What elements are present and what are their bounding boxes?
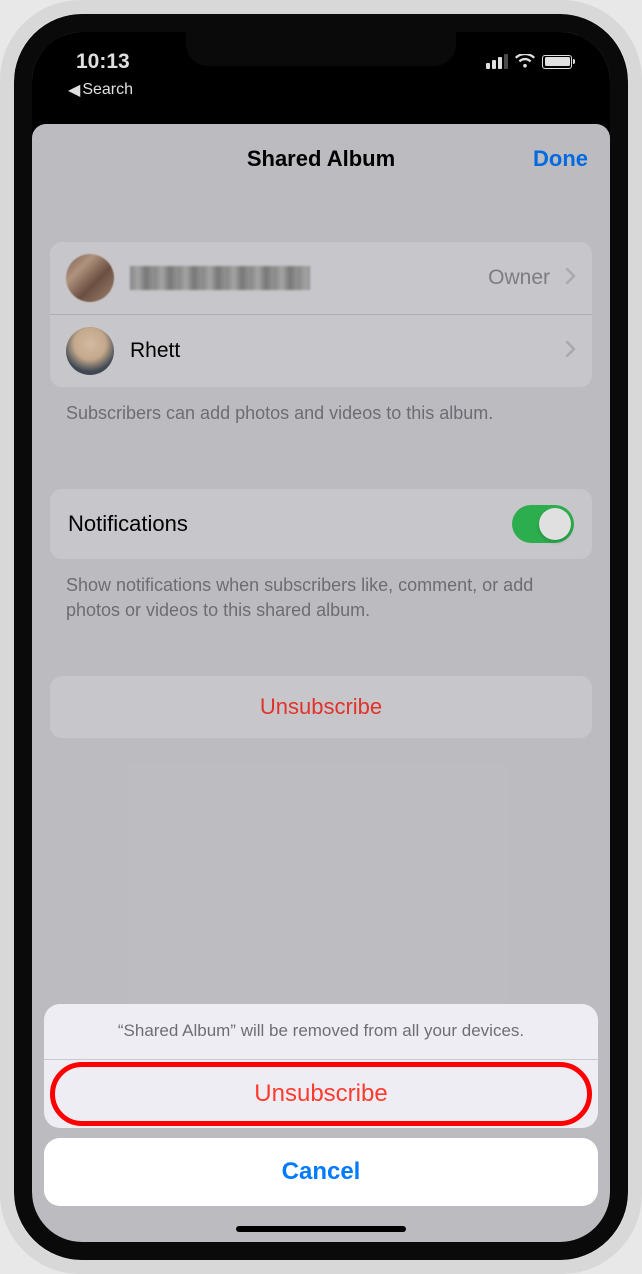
action-sheet: “Shared Album” will be removed from all … [44, 1004, 598, 1206]
confirm-unsubscribe-label: Unsubscribe [254, 1080, 387, 1107]
home-indicator[interactable] [236, 1226, 406, 1232]
action-sheet-message: “Shared Album” will be removed from all … [44, 1004, 598, 1059]
cancel-label: Cancel [282, 1158, 361, 1185]
cancel-button[interactable]: Cancel [44, 1138, 598, 1206]
confirm-unsubscribe-button[interactable]: Unsubscribe [44, 1059, 598, 1128]
device-notch [186, 30, 456, 66]
